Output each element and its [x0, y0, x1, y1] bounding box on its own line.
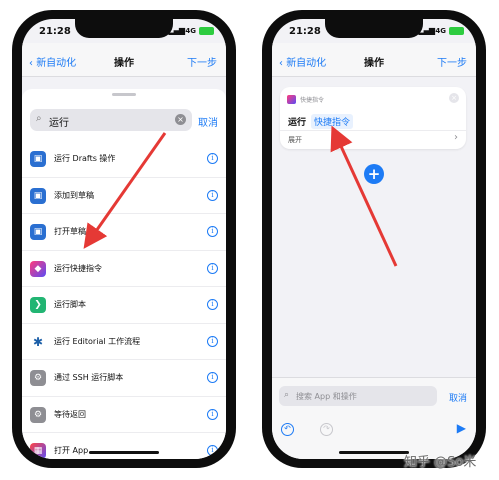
list-item[interactable]: ❯ 运行脚本 i: [22, 287, 226, 324]
right-screen: 21:28 ▂▄▆ 4G ‹ 新自动化 操作 下一步 快捷指令 × 运行 快捷指…: [272, 19, 476, 459]
home-indicator: [339, 451, 409, 454]
info-icon[interactable]: i: [207, 335, 218, 347]
list-item-label: 通过 SSH 运行脚本: [54, 373, 124, 382]
expand-label[interactable]: 展开: [288, 135, 302, 145]
cancel-search-button[interactable]: 取消: [198, 114, 218, 129]
wait-icon: ⚙: [30, 406, 46, 423]
chevron-right-icon[interactable]: ›: [454, 132, 458, 143]
status-time: 21:28: [39, 26, 71, 37]
search-icon: ⌕: [284, 390, 290, 400]
network-label: 4G: [435, 27, 446, 35]
sheet-grabber[interactable]: [112, 93, 136, 96]
nav-bar: ‹ 新自动化 操作 下一步: [22, 43, 226, 77]
list-item[interactable]: ▦ 打开 App i: [22, 433, 226, 459]
action-name: 运行: [288, 118, 307, 128]
info-icon[interactable]: i: [207, 445, 218, 456]
search-input[interactable]: ⌕ 运行 ×: [30, 109, 192, 131]
list-item[interactable]: ▣ 运行 Drafts 操作 i: [22, 141, 226, 178]
search-input[interactable]: ⌕ 搜索 App 和操作: [279, 386, 437, 406]
list-item-label: 运行 Editorial 工作流程: [54, 336, 141, 346]
battery-icon: [449, 27, 464, 35]
battery-icon: [199, 27, 214, 35]
list-item[interactable]: ✱ 运行 Editorial 工作流程 i: [22, 324, 226, 360]
left-screen: 21:28 ▂▄▆ 4G ‹ 新自动化 操作 下一步 ⌕ 运行 × 取消 ▣ 运…: [22, 19, 226, 459]
drafts-icon: ▣: [30, 151, 46, 167]
editorial-icon: ✱: [30, 333, 46, 350]
notch: [75, 19, 173, 38]
redo-icon[interactable]: ↷: [320, 423, 333, 436]
list-item-label: 打开草稿: [54, 227, 86, 236]
actions-list: ▣ 运行 Drafts 操作 i ▣ 添加到草稿 i ▣ 打开草稿 i ◆ 运行…: [22, 141, 226, 459]
list-item-label: 运行脚本: [54, 300, 86, 309]
left-phone: 21:28 ▂▄▆ 4G ‹ 新自动化 操作 下一步 ⌕ 运行 × 取消 ▣ 运…: [12, 10, 236, 468]
shortcuts-icon: ◆: [30, 260, 46, 277]
list-item-label: 运行 Drafts 操作: [54, 154, 116, 163]
info-icon[interactable]: i: [207, 153, 218, 164]
search-icon: ⌕: [36, 113, 42, 124]
bottom-bar: ⌕ 搜索 App 和操作 取消 ↶ ↷ ▶: [272, 377, 476, 459]
next-button[interactable]: 下一步: [187, 54, 217, 69]
list-item-label: 运行快捷指令: [54, 263, 102, 273]
actions-sheet: ⌕ 运行 × 取消 ▣ 运行 Drafts 操作 i ▣ 添加到草稿 i ▣ 打…: [22, 89, 226, 459]
search-placeholder: 搜索 App 和操作: [296, 392, 357, 401]
remove-action-icon[interactable]: ×: [449, 93, 459, 103]
network-label: 4G: [185, 27, 196, 35]
home-indicator: [89, 451, 159, 454]
notch: [325, 19, 423, 38]
list-item[interactable]: ▣ 添加到草稿 i: [22, 178, 226, 214]
list-item[interactable]: ⚙ 等待返回 i: [22, 397, 226, 433]
search-query: 运行: [49, 118, 69, 129]
info-icon[interactable]: i: [207, 372, 218, 383]
action-card[interactable]: 快捷指令 × 运行 快捷指令 展开 ›: [280, 87, 466, 149]
list-item[interactable]: ▣ 打开草稿 i: [22, 214, 226, 251]
watermark: 知乎 @So米: [404, 455, 477, 470]
drafts-icon: ▣: [30, 224, 46, 240]
script-icon: ❯: [30, 297, 46, 313]
list-item-label: 打开 App: [54, 446, 89, 455]
play-icon[interactable]: ▶: [457, 421, 466, 435]
nav-bar: ‹ 新自动化 操作 下一步: [272, 43, 476, 77]
shortcut-parameter[interactable]: 快捷指令: [311, 114, 354, 129]
shortcuts-icon: [287, 95, 296, 104]
add-action-button[interactable]: +: [364, 164, 384, 184]
list-item-label: 添加到草稿: [54, 190, 94, 200]
info-icon[interactable]: i: [207, 299, 218, 310]
undo-icon[interactable]: ↶: [281, 423, 294, 436]
info-icon[interactable]: i: [207, 408, 218, 420]
action-category: 快捷指令: [300, 97, 325, 104]
list-item[interactable]: ◆ 运行快捷指令 i: [22, 251, 226, 287]
next-button[interactable]: 下一步: [437, 54, 467, 69]
drafts-icon: ▣: [30, 187, 46, 204]
right-phone: 21:28 ▂▄▆ 4G ‹ 新自动化 操作 下一步 快捷指令 × 运行 快捷指…: [262, 10, 486, 468]
status-time: 21:28: [289, 26, 321, 37]
cancel-button[interactable]: 取消: [449, 391, 467, 404]
list-item-label: 等待返回: [54, 409, 86, 419]
ssh-icon: ⚙: [30, 370, 46, 386]
info-icon[interactable]: i: [207, 189, 218, 201]
list-item[interactable]: ⚙ 通过 SSH 运行脚本 i: [22, 360, 226, 397]
app-icon: ▦: [30, 443, 46, 459]
info-icon[interactable]: i: [207, 262, 218, 274]
info-icon[interactable]: i: [207, 226, 218, 237]
clear-search-icon[interactable]: ×: [175, 114, 186, 125]
card-divider: [280, 130, 466, 131]
